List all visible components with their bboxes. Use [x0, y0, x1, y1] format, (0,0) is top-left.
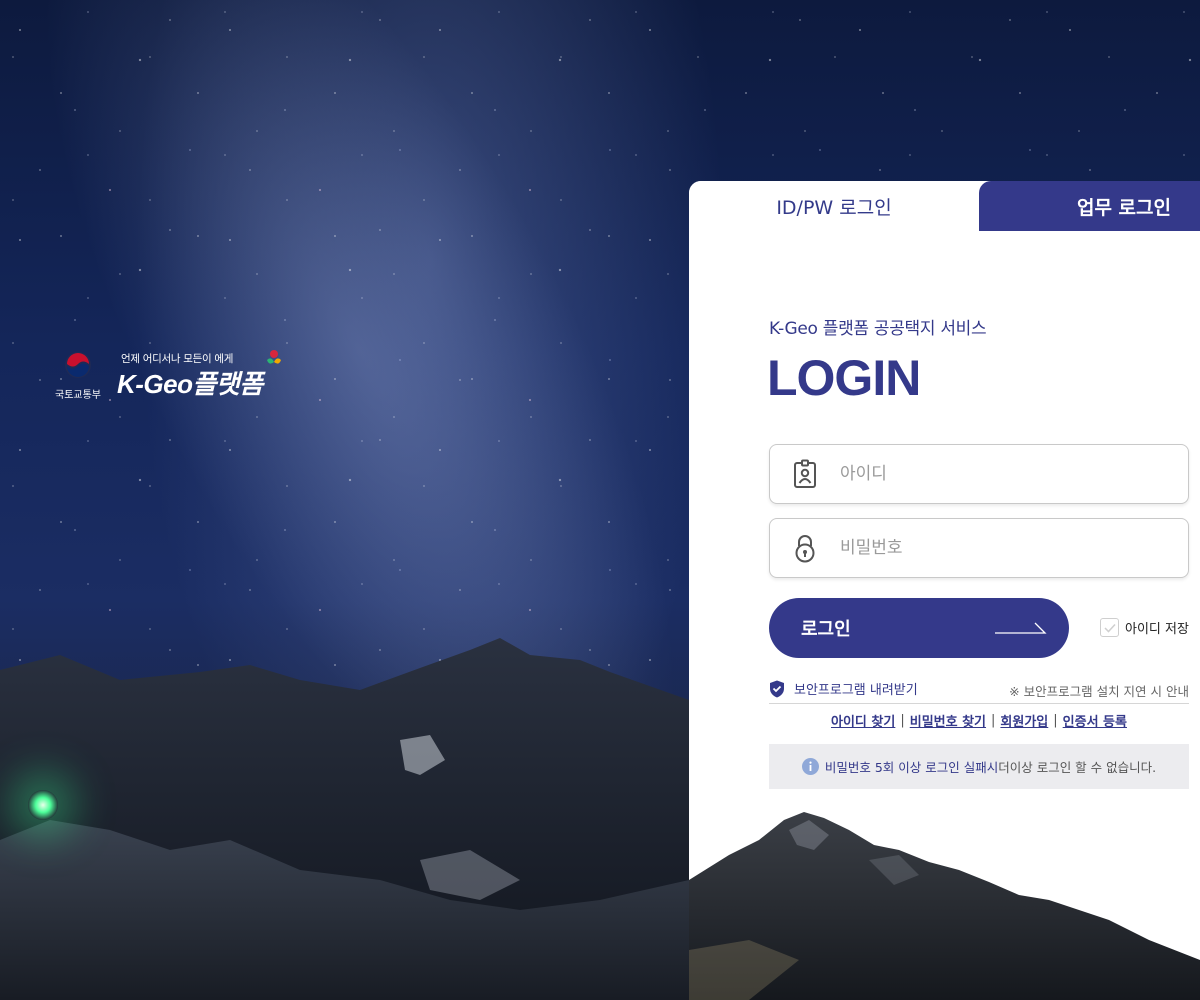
- ministry-emblem-icon: [65, 352, 91, 378]
- certificate-register-link[interactable]: 인증서 등록: [1063, 711, 1127, 730]
- page-title: LOGIN: [767, 350, 921, 406]
- login-button-label: 로그인: [801, 619, 851, 640]
- checkbox-box[interactable]: [1100, 618, 1119, 637]
- password-field[interactable]: [769, 518, 1189, 578]
- brand-name: K-Geo플랫폼: [117, 369, 263, 399]
- id-field[interactable]: [769, 444, 1189, 504]
- tab-work-login[interactable]: 업무 로그인: [979, 181, 1200, 231]
- arrow-right-icon: [995, 622, 1047, 634]
- brand-mark-icon: [267, 350, 281, 364]
- security-row: 보안프로그램 내려받기 ※ 보안프로그램 설치 지연 시 안내: [769, 678, 1189, 704]
- find-id-link[interactable]: 아이디 찾기: [831, 711, 895, 730]
- link-separator: |: [900, 713, 905, 728]
- service-subtitle: K-Geo 플랫폼 공공택지 서비스: [769, 319, 987, 339]
- link-separator: |: [1053, 713, 1058, 728]
- tab-idpw-login[interactable]: ID/PW 로그인: [689, 181, 979, 231]
- check-icon: [1103, 623, 1116, 633]
- save-id-label: 아이디 저장: [1125, 622, 1189, 637]
- login-failure-notice: 비밀번호 5회 이상 로그인 실패시 더이상 로그인 할 수 없습니다.: [769, 744, 1189, 789]
- account-links: 아이디 찾기 | 비밀번호 찾기 | 회원가입 | 인증서 등록: [769, 711, 1189, 730]
- id-card-icon: [794, 459, 816, 488]
- notice-highlight: 비밀번호 5회 이상 로그인 실패시: [824, 760, 999, 775]
- panel-mountain-image: [689, 812, 1200, 1000]
- ministry-name: 국토교통부: [55, 390, 101, 401]
- link-separator: |: [991, 713, 996, 728]
- notice-text: 더이상 로그인 할 수 없습니다.: [998, 760, 1157, 775]
- security-install-note[interactable]: ※ 보안프로그램 설치 지연 시 안내: [1009, 681, 1189, 700]
- password-input[interactable]: [840, 538, 1160, 558]
- lock-icon: [795, 535, 815, 563]
- security-download-link[interactable]: 보안프로그램 내려받기: [769, 679, 918, 698]
- id-input[interactable]: [840, 464, 1160, 484]
- security-download-label: 보안프로그램 내려받기: [794, 683, 918, 698]
- shield-icon: [770, 680, 784, 697]
- login-button[interactable]: 로그인: [769, 598, 1069, 658]
- save-id-checkbox[interactable]: 아이디 저장: [1100, 618, 1189, 637]
- brand-logo[interactable]: 국토교통부 언제 어디서나 모든이 에게 K-Geo플랫폼: [55, 346, 315, 406]
- info-icon: [801, 758, 819, 775]
- green-light-glow: [28, 790, 58, 820]
- find-password-link[interactable]: 비밀번호 찾기: [910, 711, 986, 730]
- signup-link[interactable]: 회원가입: [1000, 711, 1048, 730]
